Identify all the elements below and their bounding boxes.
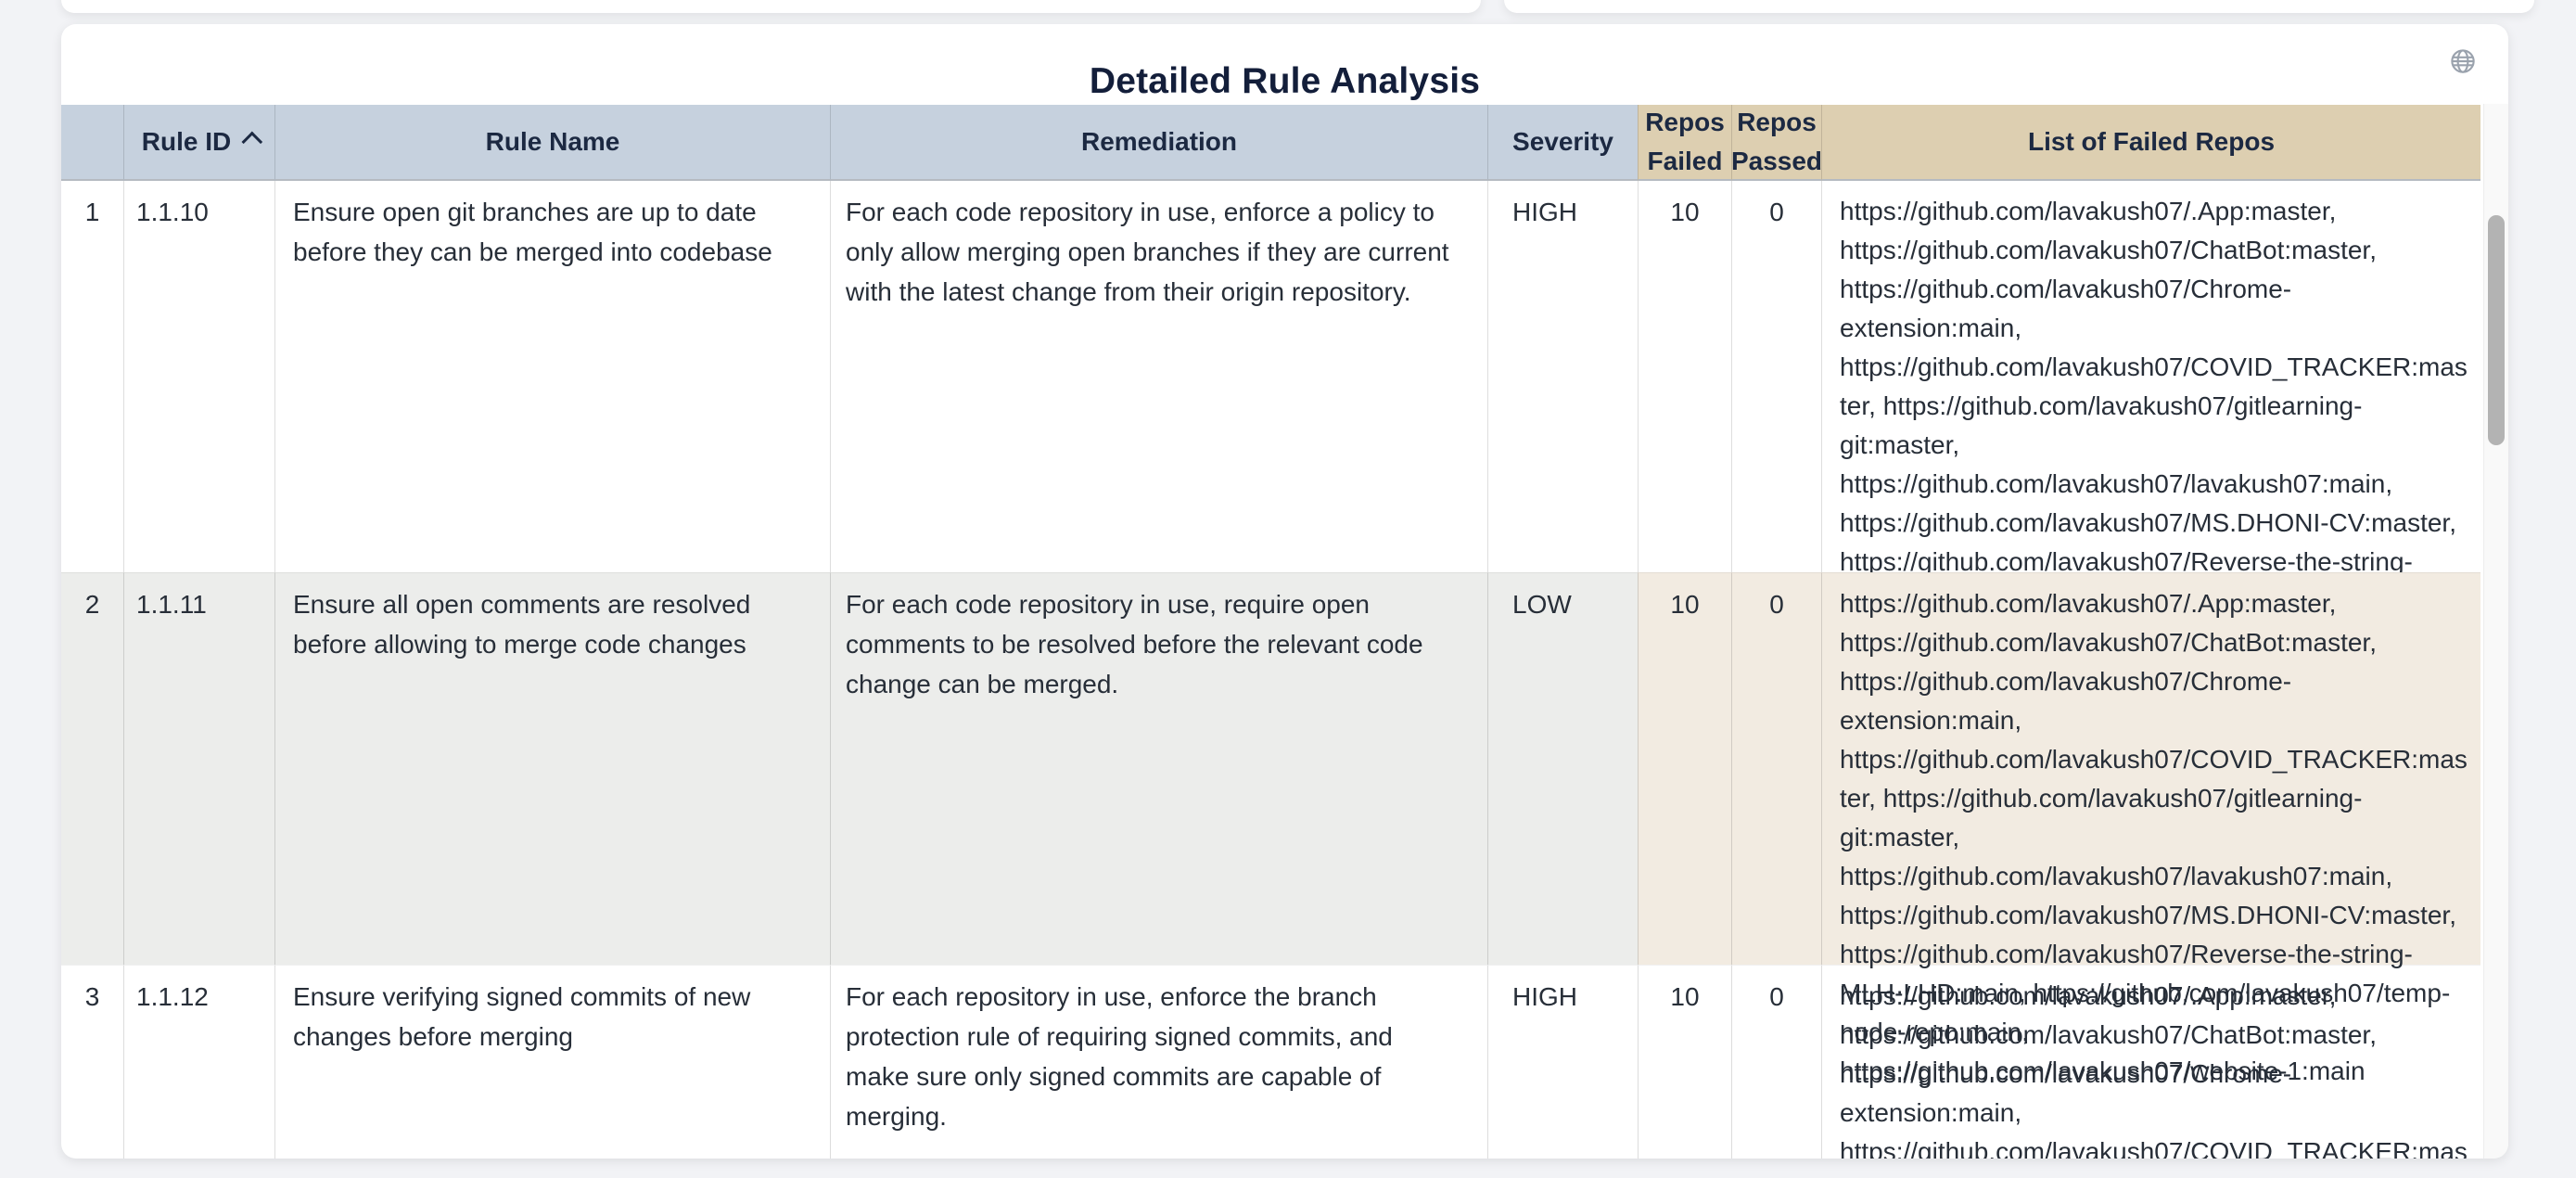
previous-card-partial-right	[1504, 0, 2534, 13]
remediation-cell: For each repository in use, enforce the …	[830, 965, 1487, 1159]
repos-passed-cell: 0	[1731, 965, 1821, 1159]
remediation-cell: For each code repository in use, enforce…	[830, 181, 1487, 572]
header-rule-id[interactable]: Rule ID	[123, 105, 274, 181]
vertical-scrollbar[interactable]	[2483, 104, 2508, 1159]
row-number: 3	[61, 965, 123, 1159]
header-repos-passed[interactable]: Repos Passed	[1731, 105, 1821, 181]
severity-cell: HIGH	[1487, 181, 1638, 572]
header-remediation[interactable]: Remediation	[830, 105, 1487, 181]
header-row-number	[61, 105, 123, 181]
sort-ascending-icon	[242, 132, 263, 153]
repos-failed-cell: 10	[1638, 965, 1731, 1159]
page-title: Detailed Rule Analysis	[61, 61, 2508, 102]
severity-cell: HIGH	[1487, 965, 1638, 1159]
scrollbar-thumb[interactable]	[2488, 215, 2505, 445]
repos-failed-cell: 10	[1638, 572, 1731, 965]
globe-icon[interactable]	[2449, 47, 2477, 75]
repos-failed-cell: 10	[1638, 181, 1731, 572]
rule-id-cell: 1.1.12	[123, 965, 274, 1159]
detailed-rule-analysis-card: Detailed Rule Analysis Rule ID Rule Name…	[61, 24, 2508, 1159]
header-repos-failed[interactable]: Repos Failed	[1638, 105, 1731, 181]
header-list-of-failed-repos[interactable]: List of Failed Repos	[1821, 105, 2480, 181]
rule-name-cell: Ensure open git branches are up to date …	[274, 181, 830, 572]
row-number: 1	[61, 181, 123, 572]
header-rule-id-label: Rule ID	[142, 122, 231, 161]
rule-id-cell: 1.1.10	[123, 181, 274, 572]
failed-repos-list-cell: https://github.com/lavakush07/.App:maste…	[1821, 965, 2480, 1159]
rule-name-cell: Ensure verifying signed commits of new c…	[274, 965, 830, 1159]
previous-card-partial-left	[61, 0, 1481, 13]
rule-analysis-table: Rule ID Rule Name Remediation Severity R…	[61, 105, 2480, 1159]
repos-passed-cell: 0	[1731, 181, 1821, 572]
remediation-cell: For each code repository in use, require…	[830, 572, 1487, 965]
repos-passed-cell: 0	[1731, 572, 1821, 965]
rule-id-cell: 1.1.11	[123, 572, 274, 965]
row-number: 2	[61, 572, 123, 965]
header-severity[interactable]: Severity	[1487, 105, 1638, 181]
rule-name-cell: Ensure all open comments are resolved be…	[274, 572, 830, 965]
header-rule-name[interactable]: Rule Name	[274, 105, 830, 181]
failed-repos-list-cell: https://github.com/lavakush07/.App:maste…	[1821, 181, 2480, 572]
severity-cell: LOW	[1487, 572, 1638, 965]
failed-repos-list-cell: https://github.com/lavakush07/.App:maste…	[1821, 572, 2480, 965]
